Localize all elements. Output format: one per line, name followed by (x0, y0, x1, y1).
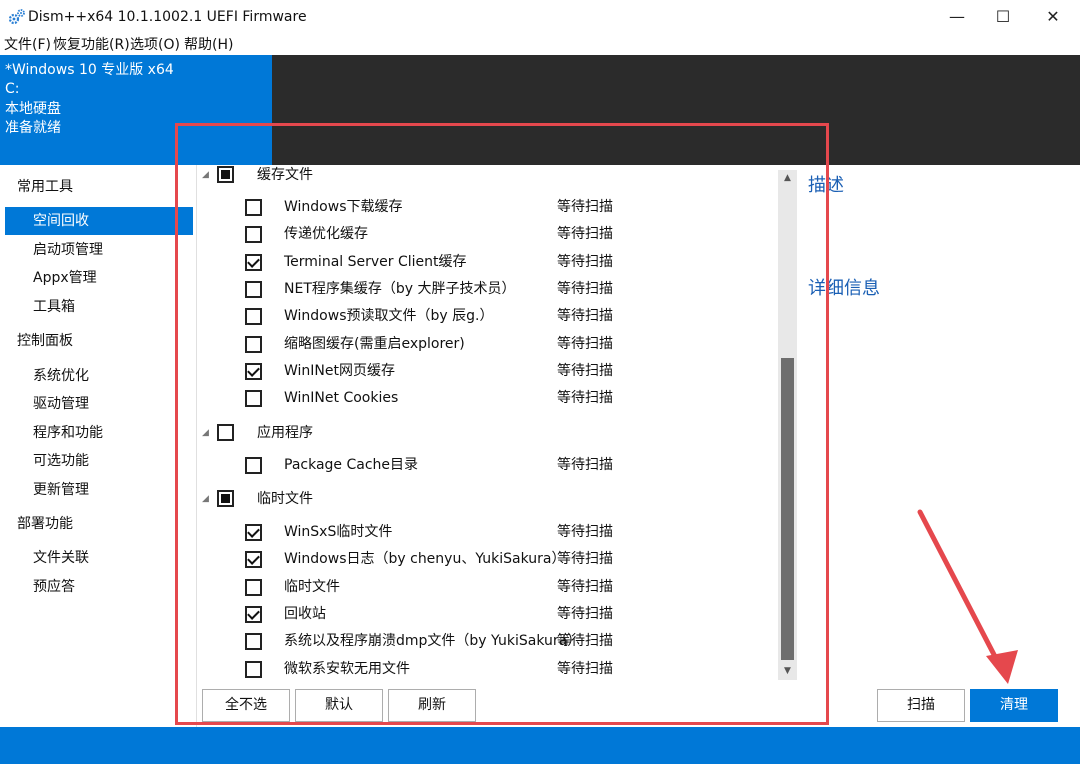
sidebar-item-startup[interactable]: 启动项管理 (5, 236, 193, 264)
sidebar-item-label: 更新管理 (33, 482, 89, 498)
minimize-button[interactable]: — (934, 0, 980, 34)
close-button[interactable]: ✕ (1030, 0, 1076, 34)
drive-type: 本地硬盘 (5, 101, 61, 117)
sidebar-item-label: 文件关联 (33, 550, 89, 566)
menu-bar: 文件(F) 恢复功能(R) 选项(O) 帮助(H) (0, 34, 1080, 56)
sidebar-item-optional-features[interactable]: 可选功能 (5, 447, 193, 475)
sidebar-item-label: 工具箱 (33, 299, 75, 315)
sidebar-item-space-reclaim[interactable]: 空间回收 (5, 207, 193, 235)
menu-options[interactable]: 选项(O) (130, 36, 180, 54)
sidebar: 常用工具 空间回收 启动项管理 Appx管理 工具箱 控制面板 系统优化 驱动管… (0, 165, 196, 727)
sidebar-category-common-tools: 常用工具 (17, 179, 73, 195)
sidebar-item-answer-file[interactable]: 预应答 (5, 573, 193, 601)
sidebar-item-drivers[interactable]: 驱动管理 (5, 390, 193, 418)
sidebar-item-appx[interactable]: Appx管理 (5, 264, 193, 292)
window-title: Dism++x64 10.1.1002.1 UEFI Firmware (28, 9, 307, 25)
session-status: 准备就绪 (5, 120, 61, 136)
sidebar-category-control-panel: 控制面板 (17, 333, 73, 349)
sidebar-item-system-optimize[interactable]: 系统优化 (5, 362, 193, 390)
maximize-button[interactable]: ☐ (980, 0, 1026, 34)
drive-letter: C: (5, 81, 20, 97)
sidebar-item-label: 可选功能 (33, 453, 89, 469)
sidebar-item-programs[interactable]: 程序和功能 (5, 419, 193, 447)
menu-file[interactable]: 文件(F) (4, 36, 51, 54)
sidebar-item-label: 系统优化 (33, 368, 89, 384)
sidebar-item-label: 空间回收 (33, 213, 89, 229)
menu-help[interactable]: 帮助(H) (184, 36, 233, 54)
sidebar-item-updates[interactable]: 更新管理 (5, 476, 193, 504)
sidebar-item-label: 驱动管理 (33, 396, 89, 412)
sidebar-item-file-assoc[interactable]: 文件关联 (5, 544, 193, 572)
menu-restore[interactable]: 恢复功能(R) (53, 36, 130, 54)
sidebar-item-label: Appx管理 (33, 270, 97, 286)
sidebar-category-deploy: 部署功能 (17, 516, 73, 532)
os-name: *Windows 10 专业版 x64 (5, 62, 174, 78)
sidebar-item-label: 启动项管理 (33, 242, 103, 258)
sidebar-item-toolbox[interactable]: 工具箱 (5, 293, 193, 321)
annotation-arrow-icon (917, 509, 1018, 684)
gear-icon (8, 9, 25, 25)
sidebar-item-label: 预应答 (33, 579, 75, 595)
highlight-box (175, 123, 829, 725)
sidebar-item-label: 程序和功能 (33, 425, 103, 441)
status-bar (0, 727, 1080, 764)
